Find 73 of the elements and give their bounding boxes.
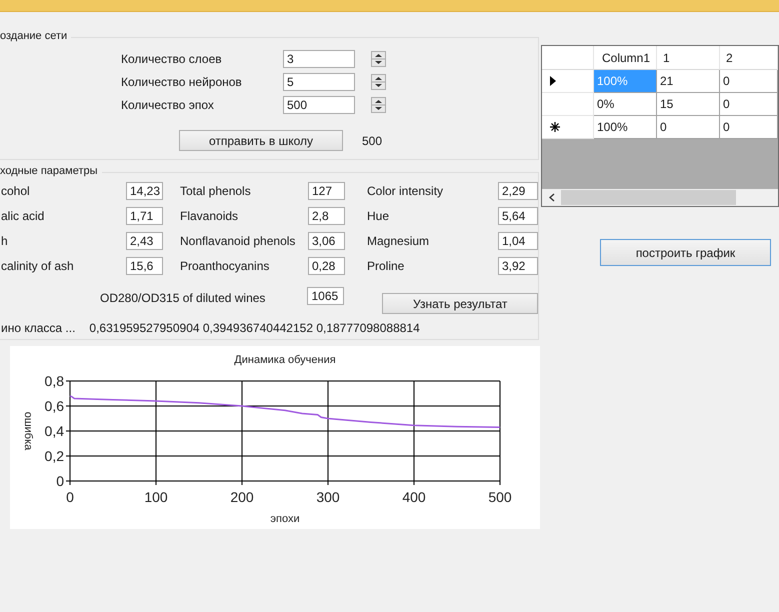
result-label: ино класса ... (1, 321, 76, 335)
table-cell[interactable]: 0 (720, 93, 778, 116)
param-label: Total phenols (180, 184, 252, 198)
spin-buttons[interactable] (371, 74, 386, 90)
param-field[interactable]: 14,23 (126, 182, 163, 200)
param-field[interactable]: 0,28 (308, 257, 345, 275)
number-field[interactable]: 500 (283, 96, 355, 114)
table-cell[interactable]: 100% (594, 116, 657, 139)
field-label: Количество эпох (121, 98, 215, 112)
x-tick-label: 300 (316, 489, 340, 505)
result-values: 0,631959527950904 0,394936740442152 0,18777098088814 (89, 321, 420, 335)
param-field[interactable]: 1065 (307, 287, 344, 305)
param-field[interactable]: 15,6 (126, 257, 163, 275)
plot-button[interactable]: построить график (600, 239, 771, 266)
param-field[interactable]: 5,64 (498, 207, 538, 225)
column-header[interactable]: 1 (657, 46, 720, 70)
y-tick-label: 0,6 (44, 398, 64, 414)
submit-button[interactable]: отправить в школу (179, 130, 343, 151)
param-field[interactable]: 3,92 (498, 257, 538, 275)
param-field[interactable]: 1,04 (498, 232, 538, 250)
param-field[interactable]: 1,71 (126, 207, 163, 225)
param-label: Proline (367, 259, 406, 273)
new-row-icon (550, 122, 560, 132)
field-label: Количество слоев (121, 52, 223, 66)
param-label: Flavanoids (180, 209, 240, 223)
table-cell[interactable]: 0% (594, 93, 657, 116)
scroll-thumb[interactable] (561, 190, 736, 205)
param-label: Magnesium (367, 234, 430, 248)
current-row-icon (550, 76, 556, 86)
param-label: alic acid (1, 209, 46, 223)
param-field[interactable]: 2,29 (498, 182, 538, 200)
param-label: cohol (1, 184, 31, 198)
param-field[interactable]: 2,43 (126, 232, 163, 250)
param-label: OD280/OD315 of diluted wines (100, 291, 266, 305)
param-field[interactable]: 3,06 (308, 232, 345, 250)
y-tick-label: 0 (56, 473, 64, 489)
x-tick-label: 100 (144, 489, 168, 505)
column-header[interactable]: 2 (720, 46, 778, 70)
table-cell[interactable]: 0 (720, 116, 778, 139)
table-cell[interactable]: 21 (657, 70, 720, 93)
table-cell[interactable]: 0 (720, 70, 778, 93)
y-axis-title: ошибка (22, 412, 34, 450)
x-axis-title: эпохи (270, 513, 300, 525)
x-tick-label: 200 (230, 489, 254, 505)
table-cell[interactable]: 15 (657, 93, 720, 116)
table-cell[interactable]: 0 (657, 116, 720, 139)
param-label: Color intensity (367, 184, 444, 198)
scroll-left-icon[interactable] (548, 193, 556, 202)
number-field[interactable]: 3 (283, 50, 355, 68)
param-label: h (1, 234, 9, 248)
field-label: Количество нейронов (121, 75, 243, 89)
group-title: ходные параметры (0, 165, 102, 177)
param-label: Nonflavanoid phenols (180, 234, 296, 248)
result-button[interactable]: Узнать результат (382, 293, 538, 314)
y-tick-label: 0,2 (44, 448, 64, 464)
group-title: оздание сети (0, 30, 72, 42)
param-label: Proanthocyanins (180, 259, 270, 273)
x-tick-label: 500 (488, 489, 512, 505)
spin-buttons[interactable] (371, 97, 386, 113)
column-header[interactable]: Column1 (594, 46, 657, 70)
y-tick-label: 0,4 (44, 423, 64, 439)
horizontal-scrollbar[interactable] (542, 189, 778, 206)
chart-title: Динамика обучения (234, 354, 336, 366)
param-field[interactable]: 2,8 (308, 207, 345, 225)
y-tick-label: 0,8 (44, 373, 64, 389)
param-label: calinity of ash (1, 259, 75, 273)
spin-buttons[interactable] (371, 51, 386, 67)
epochs-output: 500 (362, 134, 382, 148)
x-tick-label: 400 (402, 489, 426, 505)
param-label: Hue (367, 209, 390, 223)
param-field[interactable]: 127 (308, 182, 345, 200)
number-field[interactable]: 5 (283, 73, 355, 91)
x-tick-label: 0 (66, 489, 74, 505)
